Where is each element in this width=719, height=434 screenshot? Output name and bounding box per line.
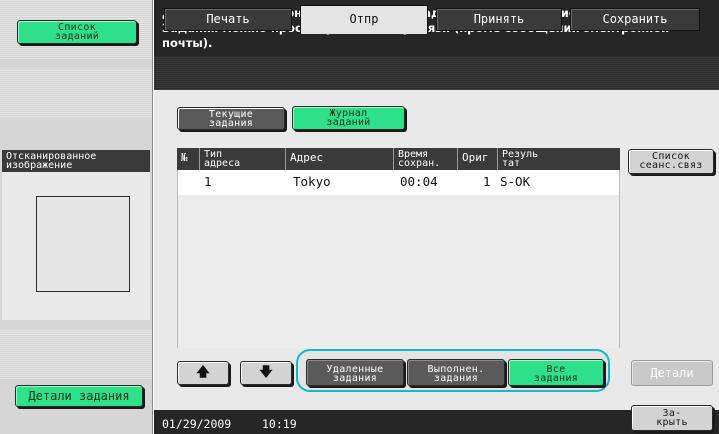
tab-bar [154, 56, 719, 90]
row-originals: 1 [483, 174, 491, 189]
filter-completed-line2: задания [433, 373, 479, 384]
row-result: S-OK [500, 174, 531, 189]
tab-send[interactable]: Отпр [300, 5, 428, 34]
close-label-line2: крыть [656, 417, 688, 428]
current-jobs-button[interactable]: Текущие задания [177, 107, 285, 130]
tab-save[interactable]: Сохранить [570, 8, 700, 31]
tab-receive[interactable]: Принять [436, 8, 562, 31]
filter-all-line2: задания [533, 373, 579, 384]
col-time-saved-line2: сохран. [398, 158, 441, 169]
job-log-line2: заданий [326, 117, 371, 128]
row-address: Tokyo [293, 174, 331, 189]
filter-completed-jobs-button[interactable]: Выполнен. задания [407, 359, 505, 386]
col-address: Адрес [285, 148, 393, 170]
col-result-line2: тат [502, 158, 521, 169]
col-address-type: Тип адреса [199, 148, 285, 170]
row-num: 1 [204, 174, 212, 189]
comm-session-list-button[interactable]: Список сеанс.связ [628, 149, 714, 174]
job-log-table: 1 Tokyo 00:04 1 S-OK [177, 170, 620, 348]
job-list-button[interactable]: Список заданий [17, 20, 137, 44]
table-row[interactable]: 1 Tokyo 00:04 1 S-OK [178, 170, 619, 195]
job-log-button[interactable]: Журнал заданий [292, 106, 405, 130]
current-jobs-line2: задания [208, 118, 254, 129]
col-result: Резуль тат [497, 148, 620, 170]
table-header: № Тип адреса Адрес Время сохран. Ориг Ре… [177, 148, 620, 170]
scanned-image-label-line2: изображение [6, 160, 73, 171]
scanned-image-label: Отсканированное изображение [2, 150, 150, 172]
close-button[interactable]: За- крыть [631, 405, 713, 431]
col-time-saved: Время сохран. [393, 148, 457, 170]
status-time: 10:19 [262, 417, 297, 431]
job-list-label-line2: заданий [54, 31, 100, 42]
col-num: № [181, 151, 188, 164]
left-band-mid [0, 70, 152, 118]
status-date: 01/29/2009 [162, 417, 232, 431]
col-originals: Ориг [457, 148, 497, 170]
arrow-up-icon: 🡅 [196, 365, 210, 380]
filter-deleted-jobs-button[interactable]: Удаленные задания [306, 359, 404, 386]
arrow-down-icon: 🡇 [259, 365, 273, 380]
left-band-lower [0, 330, 152, 380]
row-time: 00:04 [400, 174, 438, 189]
details-button[interactable]: Детали [631, 360, 713, 386]
col-address-type-line2: адреса [204, 158, 241, 169]
scroll-down-button[interactable]: 🡇 [240, 361, 292, 385]
filter-all-jobs-button[interactable]: Все задания [508, 359, 604, 386]
scroll-up-button[interactable]: 🡅 [177, 361, 229, 385]
comm-session-list-line2: сеанс.связ [639, 160, 703, 171]
thumbnail-preview [36, 196, 130, 292]
filter-deleted-line2: задания [332, 373, 378, 384]
job-details-button[interactable]: Детали задания [15, 385, 143, 407]
tab-print[interactable]: Печать [164, 8, 292, 31]
